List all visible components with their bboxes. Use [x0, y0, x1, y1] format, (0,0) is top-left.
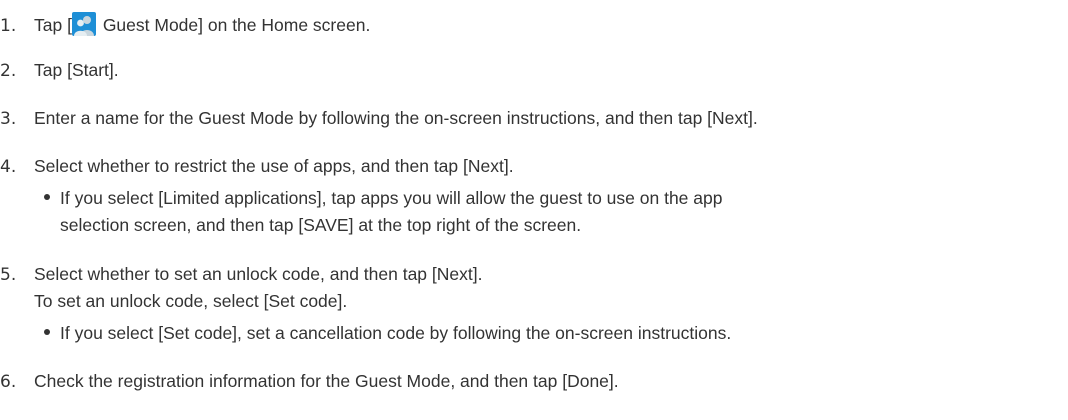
sub-text: To set an unlock code, select [Set code]… [34, 291, 348, 311]
guest-mode-icon [71, 12, 96, 36]
step-number: 5. [0, 265, 17, 285]
step-text: Select whether to restrict the use of ap… [34, 156, 514, 176]
step-text: Enter a name for the Guest Mode by follo… [34, 108, 758, 128]
instruction-steps: 1. Tap [ Guest Mode] on the Home screen. … [0, 0, 1068, 420]
step-number: 6. [0, 372, 17, 392]
step-3: 3. Enter a name for the Guest Mode by fol… [0, 107, 758, 130]
step-4: 4. Select whether to restrict the use of … [0, 155, 514, 178]
step-5-subtext: To set an unlock code, select [Set code]… [34, 290, 347, 312]
note-text: If you select [Set code], set a cancella… [60, 323, 732, 343]
step-1: 1. Tap [ Guest Mode] on the Home screen. [0, 12, 370, 37]
step-4-note: If you select [Limited applications], ta… [44, 187, 722, 209]
step-text: Check the registration information for t… [34, 371, 619, 391]
step-number: 3. [0, 109, 17, 129]
step-5: 5. Select whether to set an unlock code, … [0, 263, 482, 286]
bullet-dot [44, 194, 50, 201]
step-number: 4. [0, 157, 17, 177]
bullet-dot [44, 329, 50, 336]
step-text: Tap [Start]. [34, 60, 119, 80]
step-6: 6. Check the registration information for… [0, 370, 619, 393]
step-text-before-icon: Tap [ [34, 15, 72, 35]
step-text-after-icon: Guest Mode] on the Home screen. [97, 15, 371, 35]
step-number: 1. [0, 16, 17, 36]
note-text: If you select [Limited applications], ta… [60, 188, 723, 208]
step-number: 2. [0, 61, 17, 81]
step-5-note: If you select [Set code], set a cancella… [44, 322, 731, 344]
step-4-note-continued: selection screen, and then tap [SAVE] at… [60, 214, 581, 236]
step-2: 2. Tap [Start]. [0, 59, 119, 82]
step-text: Select whether to set an unlock code, an… [34, 264, 483, 284]
note-text: selection screen, and then tap [SAVE] at… [60, 215, 582, 235]
